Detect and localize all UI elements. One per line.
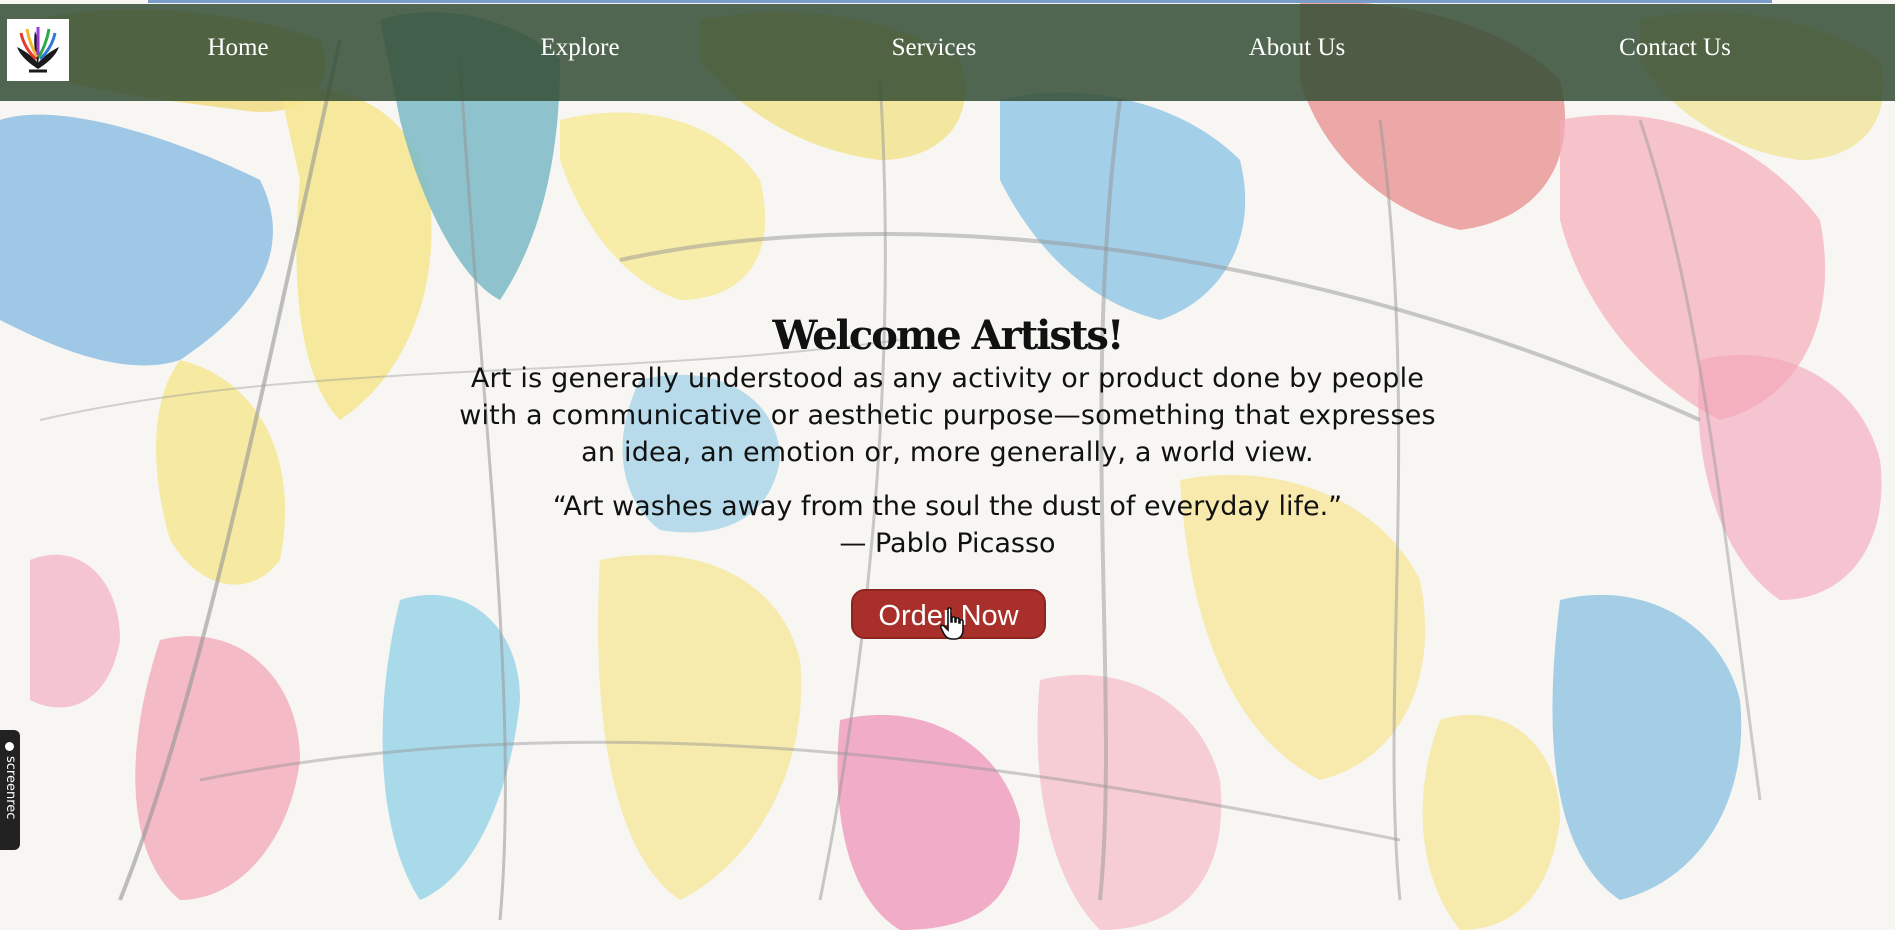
hero-quote-author: — Pablo Picasso: [839, 528, 1056, 559]
hero-quote: “Art washes away from the soul the dust …: [552, 491, 1343, 522]
hero-title: Welcome Artists!: [772, 312, 1125, 359]
hero-description: Art is generally understood as any activ…: [459, 363, 1436, 468]
nav-link-explore[interactable]: Explore: [540, 34, 619, 62]
nav-link-contact-us[interactable]: Contact Us: [1619, 34, 1731, 62]
hero-section: Welcome Artists! Art is generally unders…: [0, 312, 1895, 562]
hand-pointer-icon: [940, 607, 964, 640]
browser-top-edge: [148, 0, 1772, 3]
top-navbar: Home Explore Services About Us Contact U…: [0, 4, 1895, 101]
screenrec-label: screenrec: [3, 756, 18, 820]
screenrec-tag[interactable]: screenrec: [0, 730, 20, 850]
nav-link-home[interactable]: Home: [207, 34, 268, 62]
record-dot-icon: [5, 742, 14, 751]
nav-link-services[interactable]: Services: [892, 34, 977, 62]
abstract-flower-logo-icon[interactable]: [7, 19, 69, 81]
page-root: Home Explore Services About Us Contact U…: [0, 0, 1895, 930]
nav-link-about-us[interactable]: About Us: [1249, 34, 1346, 62]
